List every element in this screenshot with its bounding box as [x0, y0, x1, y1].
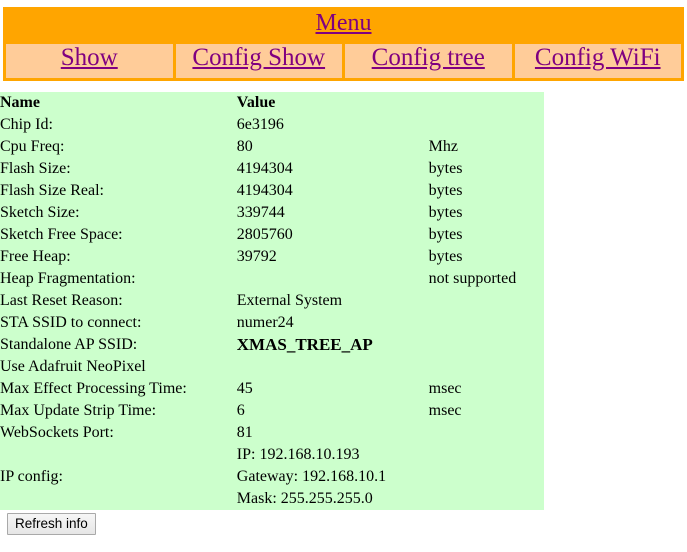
row-value: 39792 [236, 248, 277, 265]
table-row: Chip Id: 6e3196 [0, 114, 544, 136]
row-name: Free Heap: [0, 248, 71, 265]
row-value: External System [236, 292, 343, 309]
row-name: Chip Id: [0, 116, 53, 133]
table-row: Heap Fragmentation: not supported [0, 268, 544, 290]
row-name: Max Update Strip Time: [0, 402, 157, 419]
table-row: Sketch Free Space: 2805760 bytes [0, 224, 544, 246]
row-unit: bytes [428, 182, 463, 199]
row-unit: msec [428, 402, 462, 419]
row-value: 4194304 [236, 160, 293, 177]
row-name: Sketch Free Space: [0, 226, 123, 243]
device-info-body: Name Value Chip Id: 6e3196 Cpu Freq: 80 Mhz F… [0, 92, 544, 510]
table-row: STA SSID to connect: numer24 [0, 312, 544, 334]
table-row: Use Adafruit NeoPixel [0, 356, 544, 378]
header-unit [429, 92, 544, 114]
row-unit [429, 312, 544, 334]
menu-bar: Menu Show Config Show Config tree Config… [3, 7, 684, 81]
menu-title-row: Menu [6, 10, 681, 41]
table-row-ip-config: IP config: IP: 192.168.10.193 Gateway: 192… [0, 444, 544, 510]
actions-area: Refresh info [7, 513, 687, 535]
row-value: 4194304 [236, 182, 293, 199]
row-value: 81 [236, 424, 253, 441]
header-name: Name [0, 94, 40, 111]
menu-link-config-wifi[interactable]: Config WiFi [535, 44, 661, 72]
row-name: Flash Size: [0, 160, 71, 177]
menu-link-config-tree[interactable]: Config tree [372, 44, 485, 72]
menu-title-cell: Menu [6, 10, 681, 41]
row-name: Cpu Freq: [0, 138, 65, 155]
menu-item-config-wifi[interactable]: Config WiFi [514, 44, 681, 78]
table-row: Cpu Freq: 80 Mhz [0, 136, 544, 158]
table-row: Last Reset Reason: External System [0, 290, 544, 312]
menu-link-config-show[interactable]: Config Show [192, 44, 325, 72]
row-name: Flash Size Real: [0, 182, 104, 199]
menu-title-link[interactable]: Menu [316, 10, 372, 37]
table-row: Max Update Strip Time: 6 msec [0, 400, 544, 422]
row-value: XMAS_TREE_AP [236, 335, 373, 354]
row-unit: not supported [428, 270, 517, 287]
menu-items-row: Show Config Show Config tree Config WiFi [6, 44, 681, 78]
row-value-ip-config: IP: 192.168.10.193 Gateway: 192.168.10.1 M… [237, 444, 429, 510]
row-unit: bytes [428, 226, 463, 243]
ip-config-line1: IP: 192.168.10.193 [236, 446, 360, 463]
row-value: 6 [236, 402, 245, 419]
row-name: Sketch Size: [0, 204, 80, 221]
device-info-table: Name Value Chip Id: 6e3196 Cpu Freq: 80 Mhz F… [0, 92, 544, 510]
table-row: Sketch Size: 339744 bytes [0, 202, 544, 224]
row-name: Heap Fragmentation: [0, 270, 136, 287]
table-row: WebSockets Port: 81 [0, 422, 544, 444]
menu-link-show[interactable]: Show [61, 44, 118, 72]
row-value: 80 [236, 138, 253, 155]
row-value: 6e3196 [236, 116, 284, 133]
ip-config-line3: Mask: 255.255.255.0 [236, 490, 373, 507]
row-unit: msec [428, 380, 462, 397]
row-unit [429, 114, 544, 136]
table-row: Max Effect Processing Time: 45 msec [0, 378, 544, 400]
table-row: Free Heap: 39792 bytes [0, 246, 544, 268]
menu-item-config-show[interactable]: Config Show [175, 44, 342, 78]
table-header-row: Name Value [0, 92, 544, 114]
row-unit: Mhz [428, 138, 458, 155]
table-row: Flash Size Real: 4194304 bytes [0, 180, 544, 202]
table-row: Standalone AP SSID: XMAS_TREE_AP [0, 334, 544, 356]
row-unit: bytes [428, 204, 463, 221]
refresh-info-button[interactable]: Refresh info [7, 513, 96, 535]
row-unit [429, 422, 544, 444]
row-unit [429, 334, 544, 356]
device-info-panel: Name Value Chip Id: 6e3196 Cpu Freq: 80 Mhz F… [0, 92, 544, 510]
row-name: Use Adafruit NeoPixel [0, 358, 146, 375]
row-name: WebSockets Port: [0, 424, 114, 441]
ip-config-line2: Gateway: 192.168.10.1 [236, 468, 387, 485]
row-value [237, 268, 429, 290]
table-row: Flash Size: 4194304 bytes [0, 158, 544, 180]
row-value: numer24 [236, 314, 294, 331]
row-value: 339744 [236, 204, 285, 221]
row-unit-ip-config [429, 444, 544, 510]
row-unit [429, 290, 544, 312]
row-value [237, 356, 429, 378]
menu-item-config-tree[interactable]: Config tree [345, 44, 512, 78]
row-name-ip-config: IP config: [0, 468, 63, 485]
row-name: Last Reset Reason: [0, 292, 123, 309]
menu-item-show[interactable]: Show [6, 44, 173, 78]
row-value: 45 [236, 380, 253, 397]
header-value: Value [236, 94, 276, 111]
row-unit: bytes [428, 248, 463, 265]
row-name: Standalone AP SSID: [0, 336, 138, 353]
row-value: 2805760 [236, 226, 293, 243]
row-unit: bytes [428, 160, 463, 177]
row-unit [429, 356, 544, 378]
row-name: Max Effect Processing Time: [0, 380, 187, 397]
row-name: STA SSID to connect: [0, 314, 142, 331]
